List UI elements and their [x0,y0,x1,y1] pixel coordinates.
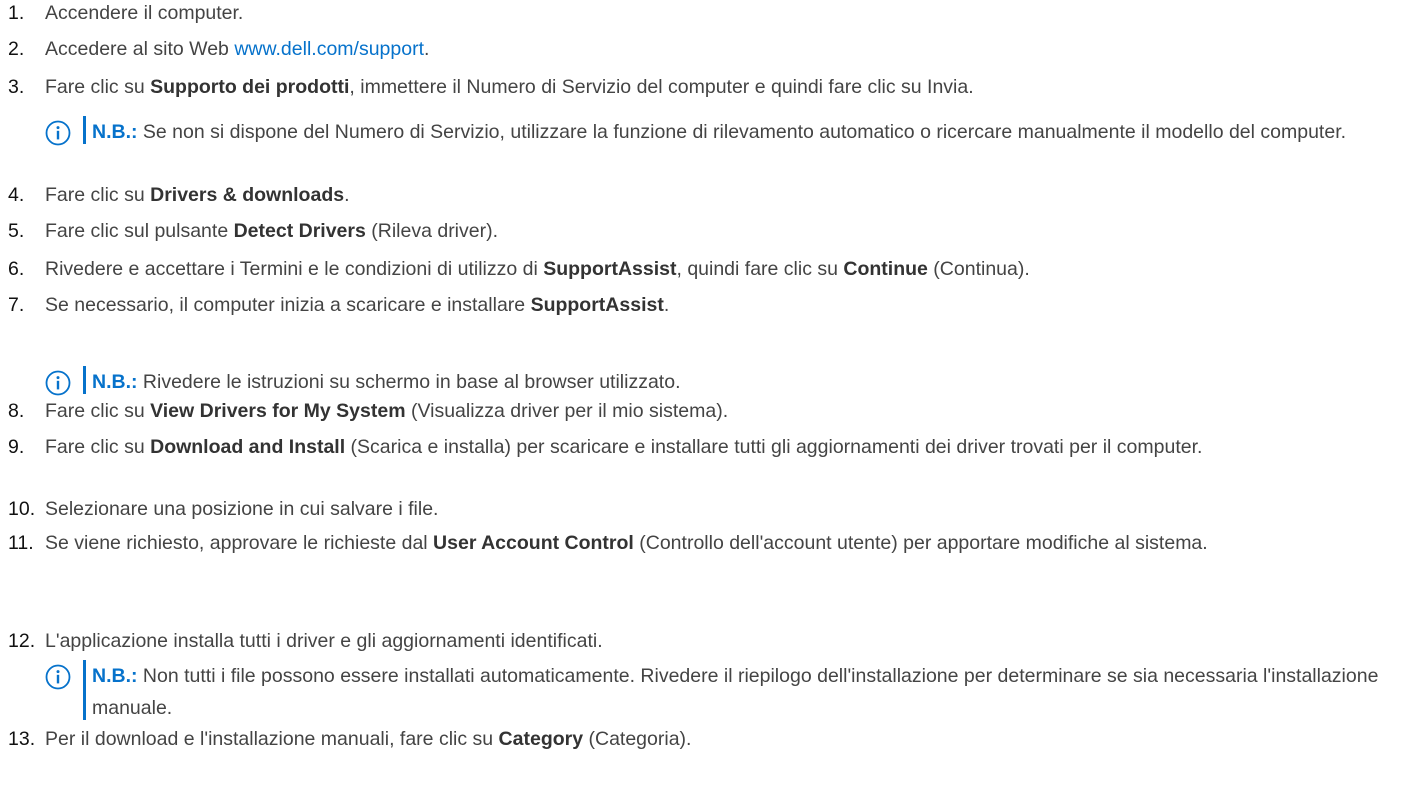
list-item: 8. Fare clic su View Drivers for My Syste… [8,398,1398,424]
step-text-segment: Selezionare una posizione in cui salvare… [45,498,439,520]
step-text: Fare clic su Drivers & downloads. [45,182,1398,208]
list-item: 5. Fare clic sul pulsante Detect Drivers … [8,218,1398,244]
ui-term: Continue [843,258,928,280]
step-text-segment: Se viene richiesto, approvare le richies… [45,532,434,554]
step-text-segment: Fare clic su [45,76,151,98]
list-item: 11. Se viene richiesto, approvare le rich… [8,530,1398,556]
ui-term: Drivers & downloads [150,184,345,206]
step-number: 4. [8,184,25,206]
step-number: 5. [8,220,25,242]
step-number: 7. [8,294,25,316]
step-text-segment: Se necessario, il computer inizia a scar… [45,294,531,316]
step-text-segment: , immettere il Numero di Servizio del co… [349,76,974,98]
step-text-segment: . [663,294,670,316]
list-item: 2. Accedere al sito Web www.dell.com/supp… [8,36,1398,62]
step-text: Fare clic su View Drivers for My System … [45,398,1398,424]
step-text-segment: Per il download e l'installazione manual… [45,728,499,750]
step-text-segment: Rivedere e accettare i Termini e le cond… [45,258,544,280]
step-text-segment: . [424,38,430,60]
step-number: 9. [8,436,25,458]
step-text: Selezionare una posizione in cui salvare… [45,496,1398,522]
document: 1. Accendere il computer. 2. Accedere al si… [0,0,1410,798]
note-body: Non tutti i file possono essere installa… [92,665,1379,719]
note-box: N.B.: Se non si dispone del Numero di Se… [45,116,1395,148]
step-number: 10. [8,498,36,520]
list-item: 4. Fare clic su Drivers & downloads. [8,182,1398,208]
step-number: 12. [8,630,36,652]
step-text: L'applicazione installa tutti i driver e… [45,628,1398,654]
ui-term: Supporto dei prodotti [150,76,350,98]
list-item: 10. Selezionare una posizione in cui salv… [8,496,1398,522]
step-number: 2. [8,38,25,60]
ui-term: Download and Install [150,436,346,458]
note-label: N.B.: [92,121,138,143]
note-divider [83,116,86,144]
step-text: Rivedere e accettare i Termini e le cond… [45,256,1398,282]
note-body: Se non si dispone del Numero di Servizio… [137,121,1347,143]
step-text-segment: Fare clic sul pulsante [45,220,234,242]
step-text: Fare clic su Download and Install (Scari… [45,434,1398,460]
step-text: Se viene richiesto, approvare le richies… [45,530,1398,556]
note-label: N.B.: [92,665,138,687]
step-text-segment: Fare clic su [45,436,151,458]
step-number: 13. [8,728,36,750]
list-item: 6. Rivedere e accettare i Termini e le co… [8,256,1398,282]
ui-term: View Drivers for My System [150,400,406,422]
step-text: Fare clic su Supporto dei prodotti, imme… [45,74,1398,100]
list-item: 13. Per il download e l'installazione man… [8,726,1398,752]
step-number: 6. [8,258,25,280]
step-text-segment: (Scarica e installa) per scaricare e ins… [345,436,1203,458]
note-body: Rivedere le istruzioni su schermo in bas… [137,371,681,393]
step-number: 1. [8,2,25,24]
note-box: N.B.: Non tutti i file possono essere in… [45,660,1395,724]
step-number: 11. [8,532,34,554]
note-divider [83,366,86,394]
step-text-segment: . [344,184,350,206]
step-text: Accedere al sito Web www.dell.com/suppor… [45,36,1398,62]
list-item: 9. Fare clic su Download and Install (Sca… [8,434,1398,460]
step-number: 3. [8,76,25,98]
list-item: 3. Fare clic su Supporto dei prodotti, im… [8,74,1398,100]
step-text-segment: Accedere al sito Web [45,38,235,60]
step-text-segment: Fare clic su [45,184,151,206]
list-item: 12. L'applicazione installa tutti i drive… [8,628,1398,654]
step-text: Per il download e l'installazione manual… [45,726,1398,752]
step-text: Accendere il computer. [45,0,1398,26]
info-circle-icon [45,120,71,146]
step-text-segment: Fare clic su [45,400,151,422]
step-text-segment: (Controllo dell'account utente) per appo… [633,532,1208,554]
ui-term: Detect Drivers [233,220,366,242]
support-link[interactable]: www.dell.com/support [234,38,424,60]
step-text-segment: (Continua). [927,258,1030,280]
step-text: Se necessario, il computer inizia a scar… [45,292,1398,318]
step-text: Fare clic sul pulsante Detect Drivers (R… [45,218,1398,244]
note-box: N.B.: Rivedere le istruzioni su schermo … [45,366,1395,398]
note-text: N.B.: Rivedere le istruzioni su schermo … [92,366,1395,398]
note-text: N.B.: Se non si dispone del Numero di Se… [92,116,1395,148]
ui-term: SupportAssist [543,258,677,280]
step-number: 8. [8,400,25,422]
step-text-segment: , quindi fare clic su [676,258,844,280]
step-text-segment: (Categoria). [583,728,692,750]
note-text: N.B.: Non tutti i file possono essere in… [92,660,1395,724]
step-text-segment: (Visualizza driver per il mio sistema). [405,400,729,422]
info-circle-icon [45,370,71,396]
note-divider [83,660,86,720]
step-text-segment: (Rileva driver). [365,220,499,242]
list-item: 1. Accendere il computer. [8,0,1398,26]
step-text-segment: Accendere il computer. [45,2,244,24]
ui-term: SupportAssist [530,294,664,316]
ui-term: Category [498,728,584,750]
list-item: 7. Se necessario, il computer inizia a sc… [8,292,1398,318]
note-label: N.B.: [92,371,138,393]
ui-term: User Account Control [433,532,634,554]
info-circle-icon [45,664,71,690]
step-text-segment: L'applicazione installa tutti i driver e… [45,630,603,652]
